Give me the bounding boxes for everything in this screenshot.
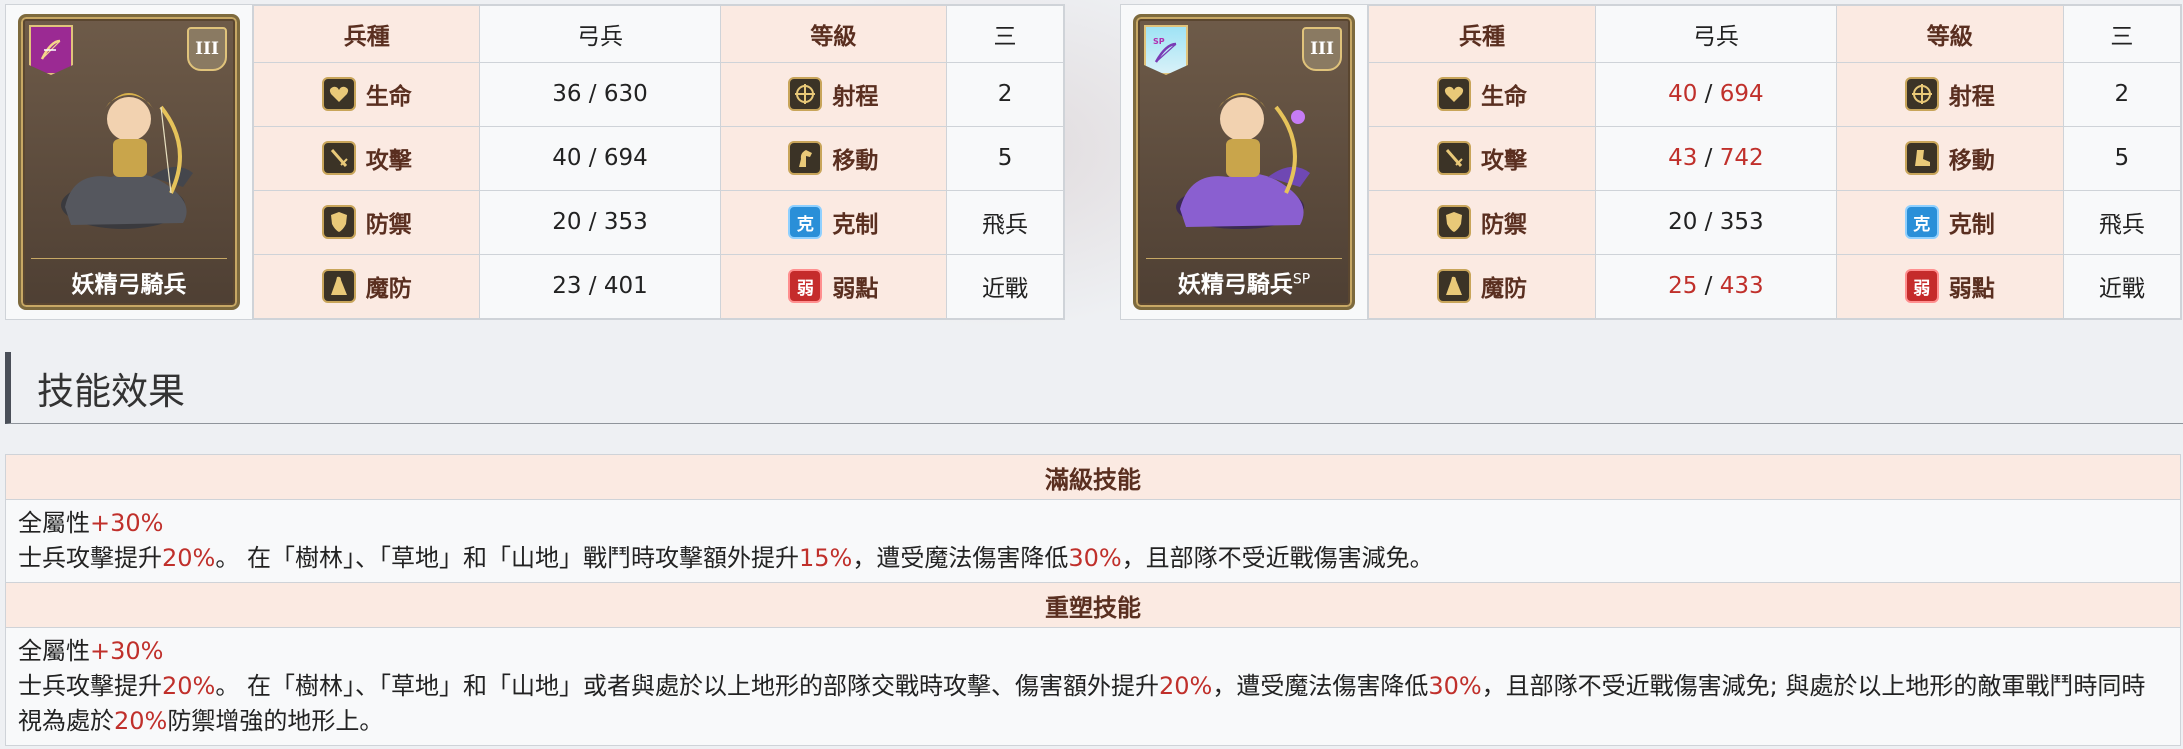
label-unit-type: 兵種 <box>1368 5 1596 63</box>
cloak-icon <box>321 269 356 304</box>
rank-badge: III <box>187 27 227 71</box>
label-unit-type: 兵種 <box>252 5 481 63</box>
skill-highlight-value: 20% <box>162 544 216 572</box>
label-hp: 生命 <box>252 61 481 127</box>
crosshair-icon <box>788 77 823 112</box>
shield-icon <box>321 205 356 240</box>
skill-text: ，且部隊不受近戰傷害減免。 <box>1121 544 1434 572</box>
stats-grid: 兵種 弓兵 等級 三 生命 36 / 630 射程 2 攻擊 40 / 694 … <box>252 5 1064 320</box>
unit-card-sp: SP III 妖精弓騎兵SP <box>1133 14 1355 310</box>
value-weakness: 近戰 <box>2062 253 2182 320</box>
unit-card-cell: SP III 妖精弓騎兵SP <box>1121 5 1368 319</box>
label-defense: 防禦 <box>1368 189 1596 255</box>
skill-highlight-value: 30% <box>1068 544 1122 572</box>
label-hp: 生命 <box>1368 61 1596 127</box>
unit-portrait-image-sp <box>1176 93 1310 229</box>
value-counter: 飛兵 <box>946 189 1064 255</box>
skill-highlight-value: 15% <box>798 544 853 572</box>
counter-icon: 克 <box>788 205 823 240</box>
horse-icon <box>788 141 823 176</box>
rank-badge: III <box>1302 27 1342 71</box>
value-move: 5 <box>946 125 1064 191</box>
value-unit-type: 弓兵 <box>1594 5 1837 63</box>
skill-highlight-value: 30% <box>1428 672 1482 700</box>
value-counter: 飛兵 <box>2062 189 2182 255</box>
value-magic-defense: 23 / 401 <box>479 253 721 320</box>
unit-portrait-image <box>61 93 193 229</box>
heart-icon <box>321 77 356 112</box>
skill-line-all-stats: 全屬性+30% <box>18 509 164 537</box>
unit-stat-table-normal: III 妖精弓騎兵 兵種 弓兵 等級 三 生命 36 / 630 射程 2 攻擊… <box>5 4 1065 320</box>
counter-icon: 克 <box>1904 205 1939 240</box>
svg-text:SP: SP <box>1153 37 1165 46</box>
value-defense: 20 / 353 <box>479 189 721 255</box>
value-weakness: 近戰 <box>946 253 1064 320</box>
label-magic-defense: 魔防 <box>1368 253 1596 320</box>
skill-highlight-value: 20% <box>162 672 216 700</box>
skill-text: 士兵攻擊提升 <box>18 544 162 572</box>
skill-body-max-level: 全屬性+30% 士兵攻擊提升20%。 在「樹林」、「草地」和「山地」戰鬥時攻擊額… <box>6 500 2180 583</box>
sword-icon <box>1436 141 1471 176</box>
skill-text: 。 在「樹林」、「草地」和「山地」戰鬥時攻擊額外提升 <box>215 544 799 572</box>
label-range: 射程 <box>1835 61 2064 127</box>
skills-table: 滿級技能 全屬性+30% 士兵攻擊提升20%。 在「樹林」、「草地」和「山地」戰… <box>5 454 2181 746</box>
label-move: 移動 <box>1835 125 2064 191</box>
label-attack: 攻擊 <box>252 125 481 191</box>
cloak-icon <box>1436 269 1471 304</box>
value-magic-defense: 25 / 433 <box>1594 253 1837 320</box>
unit-stat-table-sp: SP III 妖精弓騎兵SP 兵種 弓兵 等級 三 生命 40 / 694 射程… <box>1120 4 2182 320</box>
value-unit-type: 弓兵 <box>479 5 721 63</box>
value-range: 2 <box>2062 61 2182 127</box>
label-level: 等級 <box>1835 5 2064 63</box>
skill-header-max-level: 滿級技能 <box>6 455 2180 500</box>
heart-icon <box>1436 77 1471 112</box>
value-move: 5 <box>2062 125 2182 191</box>
unit-card: III 妖精弓騎兵 <box>18 14 240 310</box>
skill-highlight-value: 20% <box>1158 672 1213 700</box>
skill-text: ，遭受魔法傷害降低 <box>1212 672 1429 700</box>
unit-name: 妖精弓騎兵 <box>31 258 227 299</box>
unit-name-sp: 妖精弓騎兵SP <box>1146 258 1342 299</box>
label-range: 射程 <box>719 61 948 127</box>
weakness-icon: 弱 <box>1904 269 1939 304</box>
value-defense: 20 / 353 <box>1594 189 1837 255</box>
label-magic-defense: 魔防 <box>252 253 481 320</box>
skill-line-description: 士兵攻擊提升20%。 在「樹林」、「草地」和「山地」戰鬥時攻擊額外提升15%，遭… <box>18 541 2168 576</box>
label-defense: 防禦 <box>252 189 481 255</box>
value-level: 三 <box>946 5 1064 63</box>
section-heading-skill-effects: 技能效果 <box>5 352 2183 424</box>
label-counter: 克 克制 <box>719 189 948 255</box>
skill-highlight-value: 20% <box>114 707 168 735</box>
stats-grid-sp: 兵種 弓兵 等級 三 生命 40 / 694 射程 2 攻擊 43 / 742 … <box>1368 5 2182 320</box>
skill-header-reforge: 重塑技能 <box>6 583 2180 628</box>
skill-line-description: 士兵攻擊提升20%。 在「樹林」、「草地」和「山地」或者與處於以上地形的部隊交戰… <box>18 669 2168 739</box>
skill-body-reforge: 全屬性+30% 士兵攻擊提升20%。 在「樹林」、「草地」和「山地」或者與處於以… <box>6 628 2180 745</box>
label-level: 等級 <box>719 5 948 63</box>
skill-text: 防禦增強的地形上。 <box>167 707 384 735</box>
label-attack: 攻擊 <box>1368 125 1596 191</box>
crosshair-icon <box>1904 77 1939 112</box>
value-level: 三 <box>2062 5 2182 63</box>
label-move: 移動 <box>719 125 948 191</box>
skill-text: 士兵攻擊提升 <box>18 672 162 700</box>
weakness-icon: 弱 <box>788 269 823 304</box>
label-weakness: 弱 弱點 <box>719 253 948 320</box>
value-hp: 36 / 630 <box>479 61 721 127</box>
shield-icon <box>1436 205 1471 240</box>
value-hp: 40 / 694 <box>1594 61 1837 127</box>
boot-icon <box>1904 141 1939 176</box>
skill-line-all-stats: 全屬性+30% <box>18 637 164 665</box>
unit-card-cell: III 妖精弓騎兵 <box>6 5 253 319</box>
skill-text: ，遭受魔法傷害降低 <box>852 544 1069 572</box>
skill-text: 。 在「樹林」、「草地」和「山地」或者與處於以上地形的部隊交戰時攻擊、傷害額外提… <box>215 672 1159 700</box>
value-attack: 40 / 694 <box>479 125 721 191</box>
label-counter: 克 克制 <box>1835 189 2064 255</box>
value-range: 2 <box>946 61 1064 127</box>
sword-icon <box>321 141 356 176</box>
label-weakness: 弱 弱點 <box>1835 253 2064 320</box>
value-attack: 43 / 742 <box>1594 125 1837 191</box>
